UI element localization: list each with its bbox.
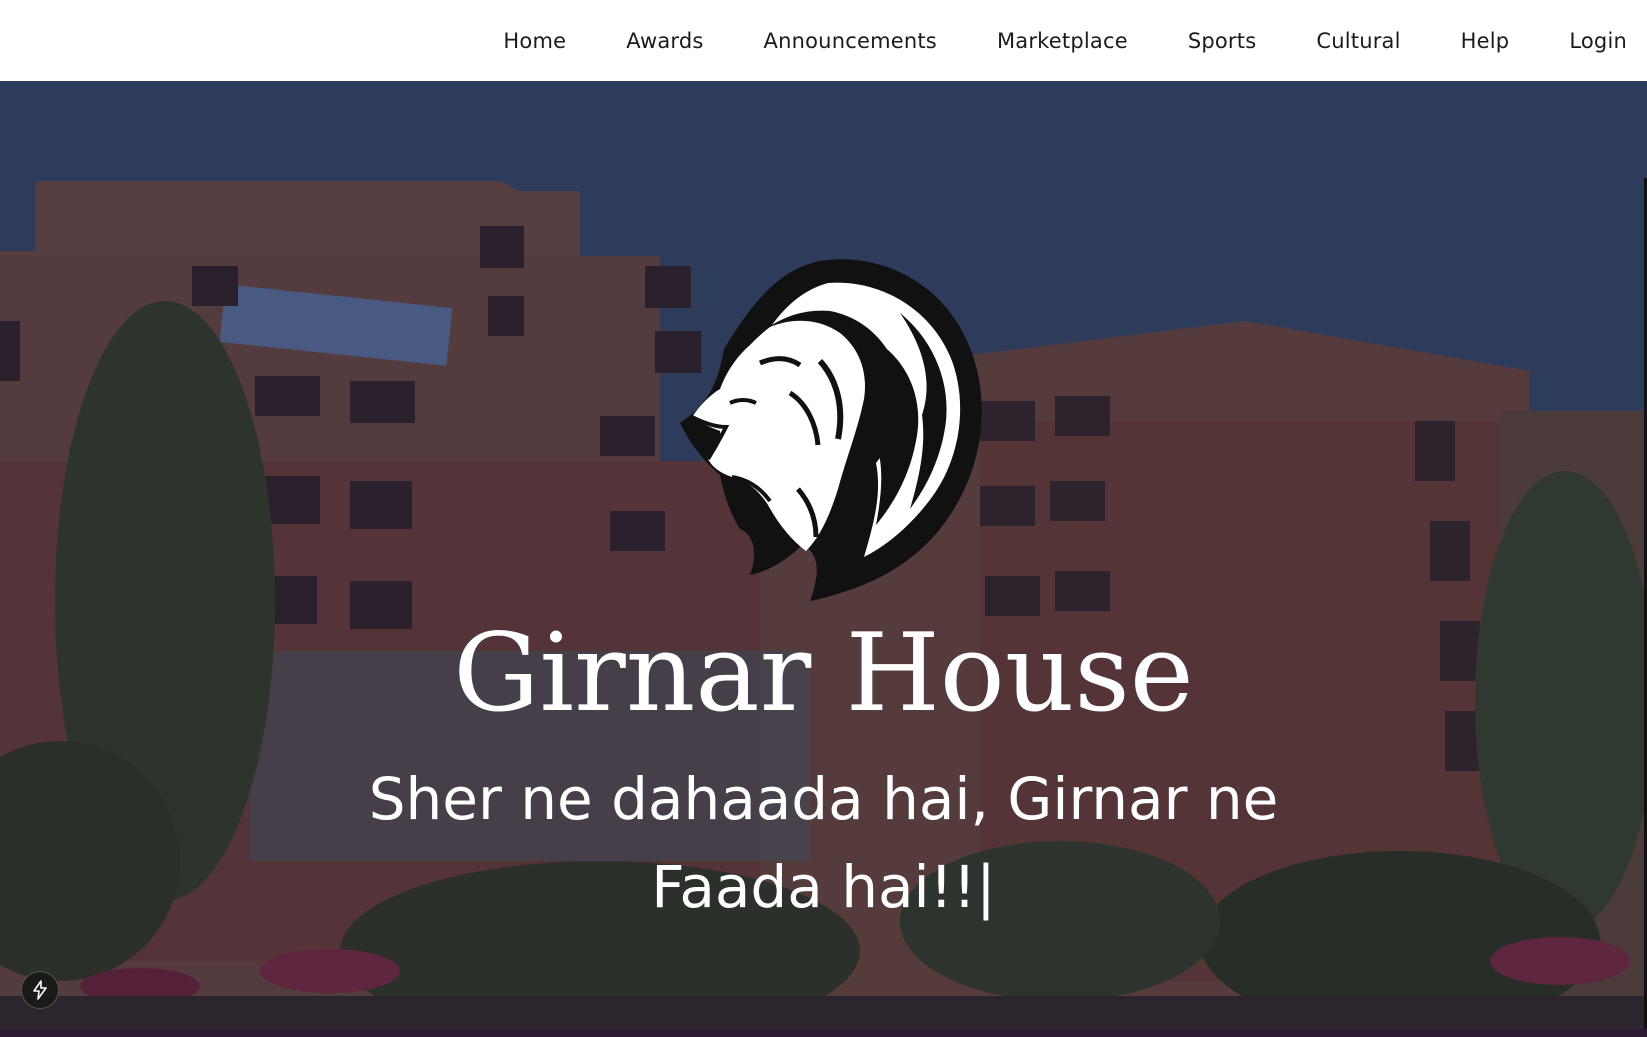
tagline-text: Sher ne dahaada hai, Girnar ne Faada hai… [368,765,1279,921]
page-title: Girnar House [453,611,1194,736]
dev-indicator-button[interactable] [21,971,59,1009]
hero-tagline: Sher ne dahaada hai, Girnar ne Faada hai… [290,755,1357,931]
lion-head-icon [680,259,982,601]
nav-marketplace[interactable]: Marketplace [997,29,1128,53]
nav-announcements[interactable]: Announcements [764,29,937,53]
nav-login[interactable]: Login [1569,29,1627,53]
nav-awards[interactable]: Awards [626,29,703,53]
top-navbar: Home Awards Announcements Marketplace Sp… [0,0,1647,81]
typing-caret: | [976,853,996,921]
nav-home[interactable]: Home [503,29,566,53]
nav-cultural[interactable]: Cultural [1316,29,1400,53]
bottom-strip [0,1029,1647,1037]
nav-help[interactable]: Help [1461,29,1510,53]
lightning-bolt-icon [33,980,47,1000]
nav-sports[interactable]: Sports [1188,29,1257,53]
